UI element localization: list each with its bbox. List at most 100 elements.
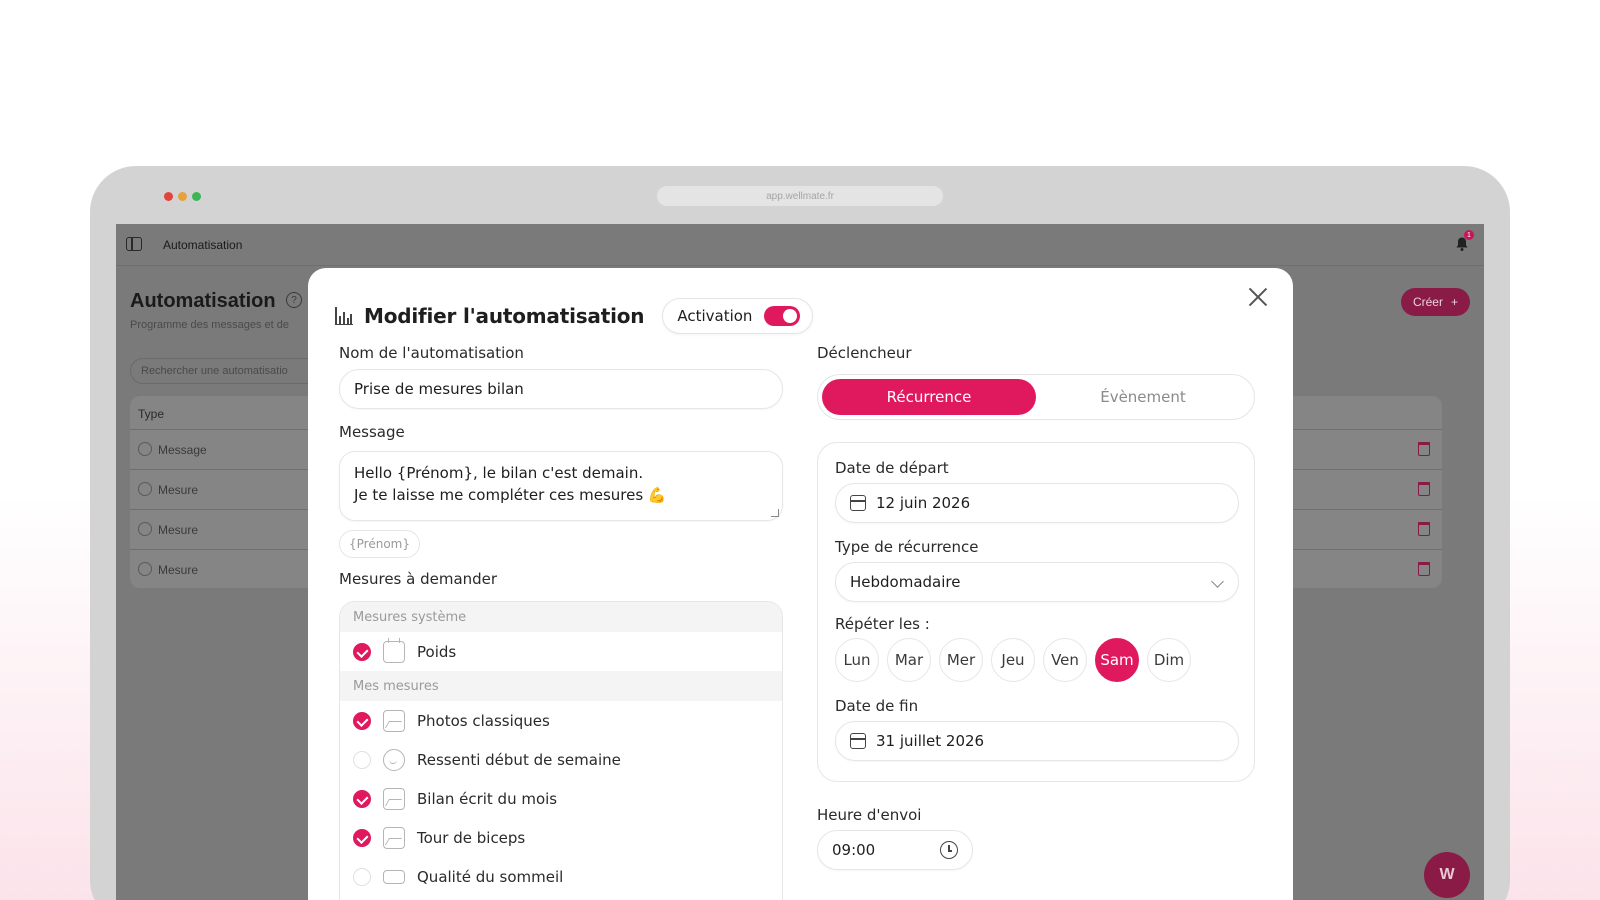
measure-label: Qualité du sommeil	[417, 867, 564, 886]
list-item[interactable]: Ressenti début de semaine	[340, 740, 782, 779]
end-date-value: 31 juillet 2026	[876, 732, 985, 750]
day-mer[interactable]: Mer	[939, 638, 983, 682]
calendar-icon	[850, 733, 866, 749]
trash-icon[interactable]	[1418, 442, 1430, 456]
checkbox[interactable]	[353, 642, 371, 661]
search-input[interactable]: Rechercher une automatisatio	[130, 358, 330, 384]
list-item[interactable]: Poids	[340, 632, 782, 671]
variable-chip-prenom[interactable]: {Prénom}	[339, 530, 420, 558]
clock-icon	[940, 841, 958, 859]
name-label: Nom de l'automatisation	[339, 344, 524, 362]
photo-icon	[383, 787, 405, 810]
wellmate-logo-button[interactable]: W	[1424, 852, 1470, 898]
window-controls	[164, 192, 201, 201]
day-mar[interactable]: Mar	[887, 638, 931, 682]
measure-label: Photos classiques	[417, 711, 550, 730]
message-icon	[138, 442, 152, 456]
page-title: Automatisation	[130, 290, 276, 312]
end-date-label: Date de fin	[835, 697, 919, 715]
repeat-label: Répéter les :	[835, 615, 930, 633]
row-type: Message	[158, 443, 207, 457]
create-button-label: Créer	[1412, 295, 1443, 309]
list-item[interactable]: Qualité du sommeil	[340, 857, 782, 896]
recurrence-type-label: Type de récurrence	[835, 538, 979, 556]
battery-icon	[383, 869, 405, 884]
tab-recurrence[interactable]: Récurrence	[822, 379, 1036, 415]
trash-icon[interactable]	[1418, 522, 1430, 536]
message-textarea[interactable]: Hello {Prénom}, le bilan c'est demain. J…	[339, 451, 783, 521]
close-window-dot[interactable]	[164, 192, 173, 201]
calendar-scale-icon	[383, 637, 405, 663]
activation-switch[interactable]	[764, 306, 801, 326]
recurrence-type-value: Hebdomadaire	[850, 573, 961, 591]
list-item[interactable]: Bilan écrit du mois	[340, 779, 782, 818]
edit-automation-modal: Modifier l'automatisation Activation Nom…	[308, 268, 1293, 900]
measure-label: Ressenti début de semaine	[417, 750, 621, 769]
group-my-measures: Mes mesures	[340, 671, 782, 701]
row-type: Mesure	[158, 483, 199, 497]
chart-icon	[334, 306, 354, 326]
chart-icon	[138, 522, 152, 536]
send-time-label: Heure d'envoi	[817, 806, 922, 824]
send-time-value: 09:00	[832, 841, 876, 859]
send-time-input[interactable]: 09:00	[817, 830, 973, 870]
tab-event[interactable]: Évènement	[1036, 379, 1250, 415]
day-sam[interactable]: Sam	[1095, 638, 1139, 682]
column-type: Type	[138, 407, 165, 421]
app-topbar: Automatisation 1	[116, 224, 1484, 266]
message-line: Hello {Prénom}, le bilan c'est demain.	[354, 464, 644, 482]
message-label: Message	[339, 423, 405, 441]
maximize-window-dot[interactable]	[192, 192, 201, 201]
plus-icon: +	[1450, 295, 1458, 309]
resize-handle-icon[interactable]	[771, 509, 779, 517]
weekday-picker: Lun Mar Mer Jeu Ven Sam Dim	[835, 638, 1191, 682]
measure-label: Poids	[417, 642, 457, 661]
checkbox[interactable]	[353, 828, 371, 847]
trigger-segmented-control: Récurrence Évènement	[817, 374, 1255, 420]
minimize-window-dot[interactable]	[178, 192, 187, 201]
group-system-measures: Mesures système	[340, 602, 782, 632]
measures-label: Mesures à demander	[339, 570, 498, 588]
modal-header: Modifier l'automatisation Activation	[334, 298, 814, 334]
activation-label: Activation	[677, 307, 753, 325]
checkbox[interactable]	[353, 789, 371, 808]
sidebar-toggle-icon[interactable]	[126, 237, 142, 251]
start-date-value: 12 juin 2026	[876, 494, 971, 512]
address-bar[interactable]: app.wellmate.fr	[657, 186, 943, 206]
day-jeu[interactable]: Jeu	[991, 638, 1035, 682]
day-lun[interactable]: Lun	[835, 638, 879, 682]
photo-icon	[383, 826, 405, 849]
measures-list: Mesures système Poids Mes mesures Photos…	[339, 601, 783, 900]
checkbox[interactable]	[353, 750, 371, 769]
automation-name-input[interactable]: Prise de mesures bilan	[339, 369, 783, 409]
day-ven[interactable]: Ven	[1043, 638, 1087, 682]
measure-label: Tour de biceps	[417, 828, 526, 847]
activation-toggle[interactable]: Activation	[662, 298, 814, 334]
trash-icon[interactable]	[1418, 562, 1430, 576]
list-item[interactable]: Tour de biceps	[340, 818, 782, 857]
start-date-field[interactable]: 12 juin 2026	[835, 483, 1239, 523]
checkbox[interactable]	[353, 867, 371, 886]
close-icon[interactable]	[1247, 286, 1269, 308]
chart-icon	[138, 562, 152, 576]
row-type: Mesure	[158, 523, 199, 537]
notification-badge: 1	[1464, 230, 1474, 240]
list-item[interactable]: Photos classiques	[340, 701, 782, 740]
calendar-icon	[850, 495, 866, 511]
automation-name-value: Prise de mesures bilan	[354, 380, 524, 398]
recurrence-card: Date de départ 12 juin 2026 Type de récu…	[817, 442, 1255, 782]
checkbox[interactable]	[353, 711, 371, 730]
day-dim[interactable]: Dim	[1147, 638, 1191, 682]
message-line: Je te laisse me compléter ces mesures 💪	[354, 486, 667, 504]
recurrence-type-select[interactable]: Hebdomadaire	[835, 562, 1239, 602]
trash-icon[interactable]	[1418, 482, 1430, 496]
help-icon[interactable]: ?	[286, 292, 302, 308]
end-date-field[interactable]: 31 juillet 2026	[835, 721, 1239, 761]
row-type: Mesure	[158, 563, 199, 577]
smile-icon	[383, 748, 405, 771]
start-date-label: Date de départ	[835, 459, 949, 477]
breadcrumb: Automatisation	[163, 238, 243, 252]
modal-title: Modifier l'automatisation	[364, 304, 645, 328]
create-button[interactable]: Créer +	[1400, 288, 1470, 316]
chevron-down-icon	[1211, 575, 1224, 588]
